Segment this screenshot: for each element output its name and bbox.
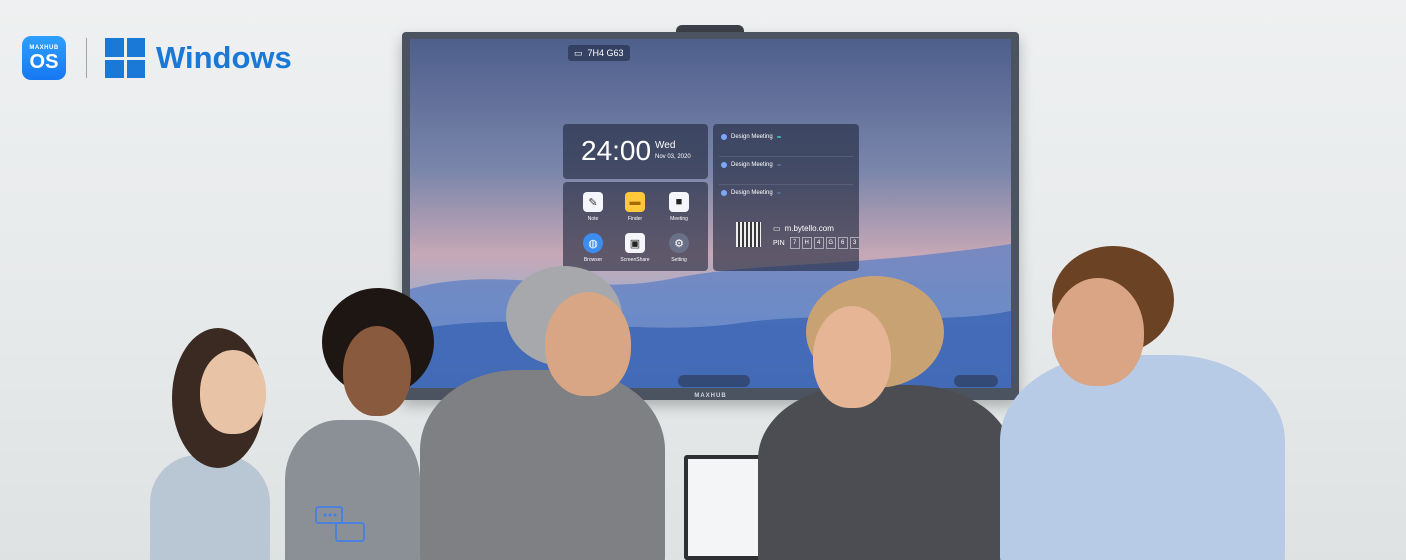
room-code-text: 7H4 G63 <box>587 48 624 58</box>
meeting-title: Design Meeting <box>731 134 773 140</box>
globe-icon: ◍ <box>583 233 603 253</box>
meeting-item[interactable]: Design Meeting <box>721 190 781 196</box>
meeting-list-panel: Design Meeting Design Meeting Design Mee… <box>713 124 860 271</box>
room-code-chip[interactable]: ▭ 7H4 G63 <box>568 45 630 61</box>
app-label: Note <box>587 216 599 222</box>
pin-label: PIN <box>773 239 785 247</box>
windows-wordmark: Windows <box>156 40 292 75</box>
app-browser[interactable]: ◍ Browser <box>573 233 613 263</box>
app-label: Browser <box>583 257 603 263</box>
app-note[interactable]: ✎ Note <box>573 192 613 222</box>
pin-digit: 6 <box>837 237 848 249</box>
meeting-item[interactable]: Design Meeting <box>721 162 781 170</box>
app-label: Meeting <box>670 216 688 222</box>
divider <box>719 184 853 185</box>
folder-icon: ▬ <box>625 192 645 212</box>
app-finder[interactable]: ▬ Finder <box>615 192 655 222</box>
calendar-icon <box>721 190 727 196</box>
screen-share-icon: ▣ <box>625 233 645 253</box>
pin-digit: 3 <box>849 237 860 249</box>
pin-digit: G <box>825 237 836 249</box>
windows-logo-icon <box>105 38 145 78</box>
app-meeting[interactable]: ■ Meeting <box>659 192 699 222</box>
clock-day: Wed <box>655 140 676 151</box>
cast-icon: ▭ <box>574 47 583 58</box>
pin-digit: 7 <box>789 237 800 249</box>
app-label: Setting <box>671 257 687 263</box>
maxhub-os-logo: MAXHUB OS <box>22 36 66 80</box>
app-label: ScreenShare <box>620 257 650 263</box>
meeting-title: Design Meeting <box>731 162 773 168</box>
share-url-text: m.bytello.com <box>784 224 834 233</box>
clock-widget: 24:00 Wed Nov 03, 2020 <box>563 124 708 179</box>
app-screenshare[interactable]: ▣ ScreenShare <box>615 233 655 263</box>
meeting-item[interactable]: Design Meeting <box>721 134 781 142</box>
app-launcher: ✎ Note ▬ Finder ■ Meeting ◍ Browser ▣ Sc… <box>563 182 708 271</box>
meeting-status-badge <box>776 164 781 166</box>
app-label: Finder <box>627 216 643 222</box>
meeting-status-badge <box>776 192 781 194</box>
hero-banner: MAXHUB OS Windows ▭ 7H4 G63 24:00 Wed No… <box>0 0 1406 560</box>
clock-date: Nov 03, 2020 <box>655 154 691 160</box>
pin-digit: 4 <box>813 237 824 249</box>
divider <box>719 156 853 157</box>
pen-icon: ✎ <box>583 192 603 212</box>
logo-divider <box>86 38 87 78</box>
clock-time: 24:00 <box>581 135 652 166</box>
dock-source-button[interactable] <box>954 375 998 387</box>
meeting-title: Design Meeting <box>731 190 773 196</box>
screen-share-hand-icon <box>315 506 365 542</box>
pin-code: PIN 7 H 4 G 6 3 <box>773 237 860 249</box>
meeting-status-badge <box>776 136 781 138</box>
share-url: ▭ m.bytello.com <box>773 224 834 233</box>
calendar-icon <box>721 134 727 140</box>
pin-digit: H <box>801 237 812 249</box>
qr-code <box>736 222 761 247</box>
video-icon: ■ <box>669 192 689 212</box>
os-badge-text: OS <box>29 50 59 73</box>
dock-apps-button[interactable] <box>678 375 750 387</box>
calendar-icon <box>721 162 727 168</box>
brand-logos: MAXHUB OS Windows <box>22 36 292 80</box>
app-setting[interactable]: ⚙ Setting <box>659 233 699 263</box>
gear-icon: ⚙ <box>669 233 689 253</box>
laptop-icon: ▭ <box>773 224 781 233</box>
